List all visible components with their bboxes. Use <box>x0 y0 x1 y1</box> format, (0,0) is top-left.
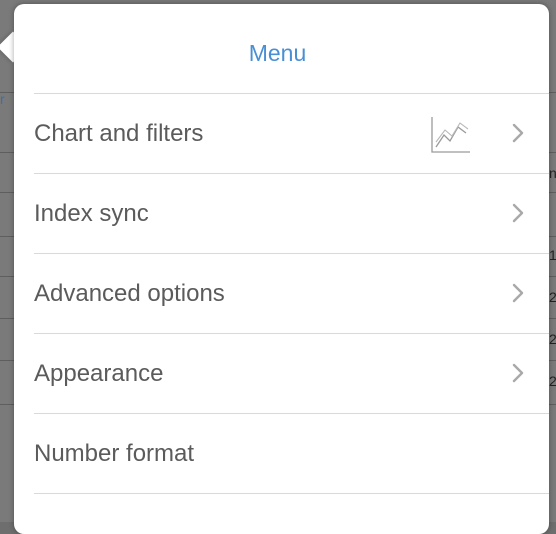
menu-item-label: Number format <box>34 440 195 467</box>
menu-item-label: Index sync <box>34 200 149 227</box>
menu-item-chart-and-filters[interactable]: Chart and filters <box>34 93 549 173</box>
background-text-fragment: r <box>0 91 5 107</box>
background-text-fragment: 2 <box>549 373 556 389</box>
chevron-right-icon <box>512 283 524 303</box>
menu-list: Chart and filters Index sync Advanced op… <box>34 93 549 494</box>
menu-item-label: Advanced options <box>34 280 225 307</box>
menu-item-index-sync[interactable]: Index sync <box>34 173 549 253</box>
popover-header: Menu <box>14 4 549 93</box>
menu-item-number-format[interactable]: Number format <box>34 413 549 494</box>
chevron-right-icon <box>512 203 524 223</box>
chevron-right-icon <box>512 363 524 383</box>
background-text-fragment: n <box>549 165 556 181</box>
menu-item-label: Chart and filters <box>34 120 204 147</box>
background-text-fragment: 2 <box>549 331 556 347</box>
menu-item-advanced-options[interactable]: Advanced options <box>34 253 549 333</box>
menu-item-appearance[interactable]: Appearance <box>34 333 549 413</box>
background-text-fragment: 2 <box>549 289 556 305</box>
background-text-fragment: 1 <box>549 247 556 263</box>
chevron-right-icon <box>512 123 524 143</box>
menu-popover: Menu Chart and filters Index sync Advanc… <box>14 4 549 534</box>
popover-title: Menu <box>248 40 307 66</box>
menu-item-label: Appearance <box>34 360 164 387</box>
line-chart-icon <box>431 117 470 153</box>
